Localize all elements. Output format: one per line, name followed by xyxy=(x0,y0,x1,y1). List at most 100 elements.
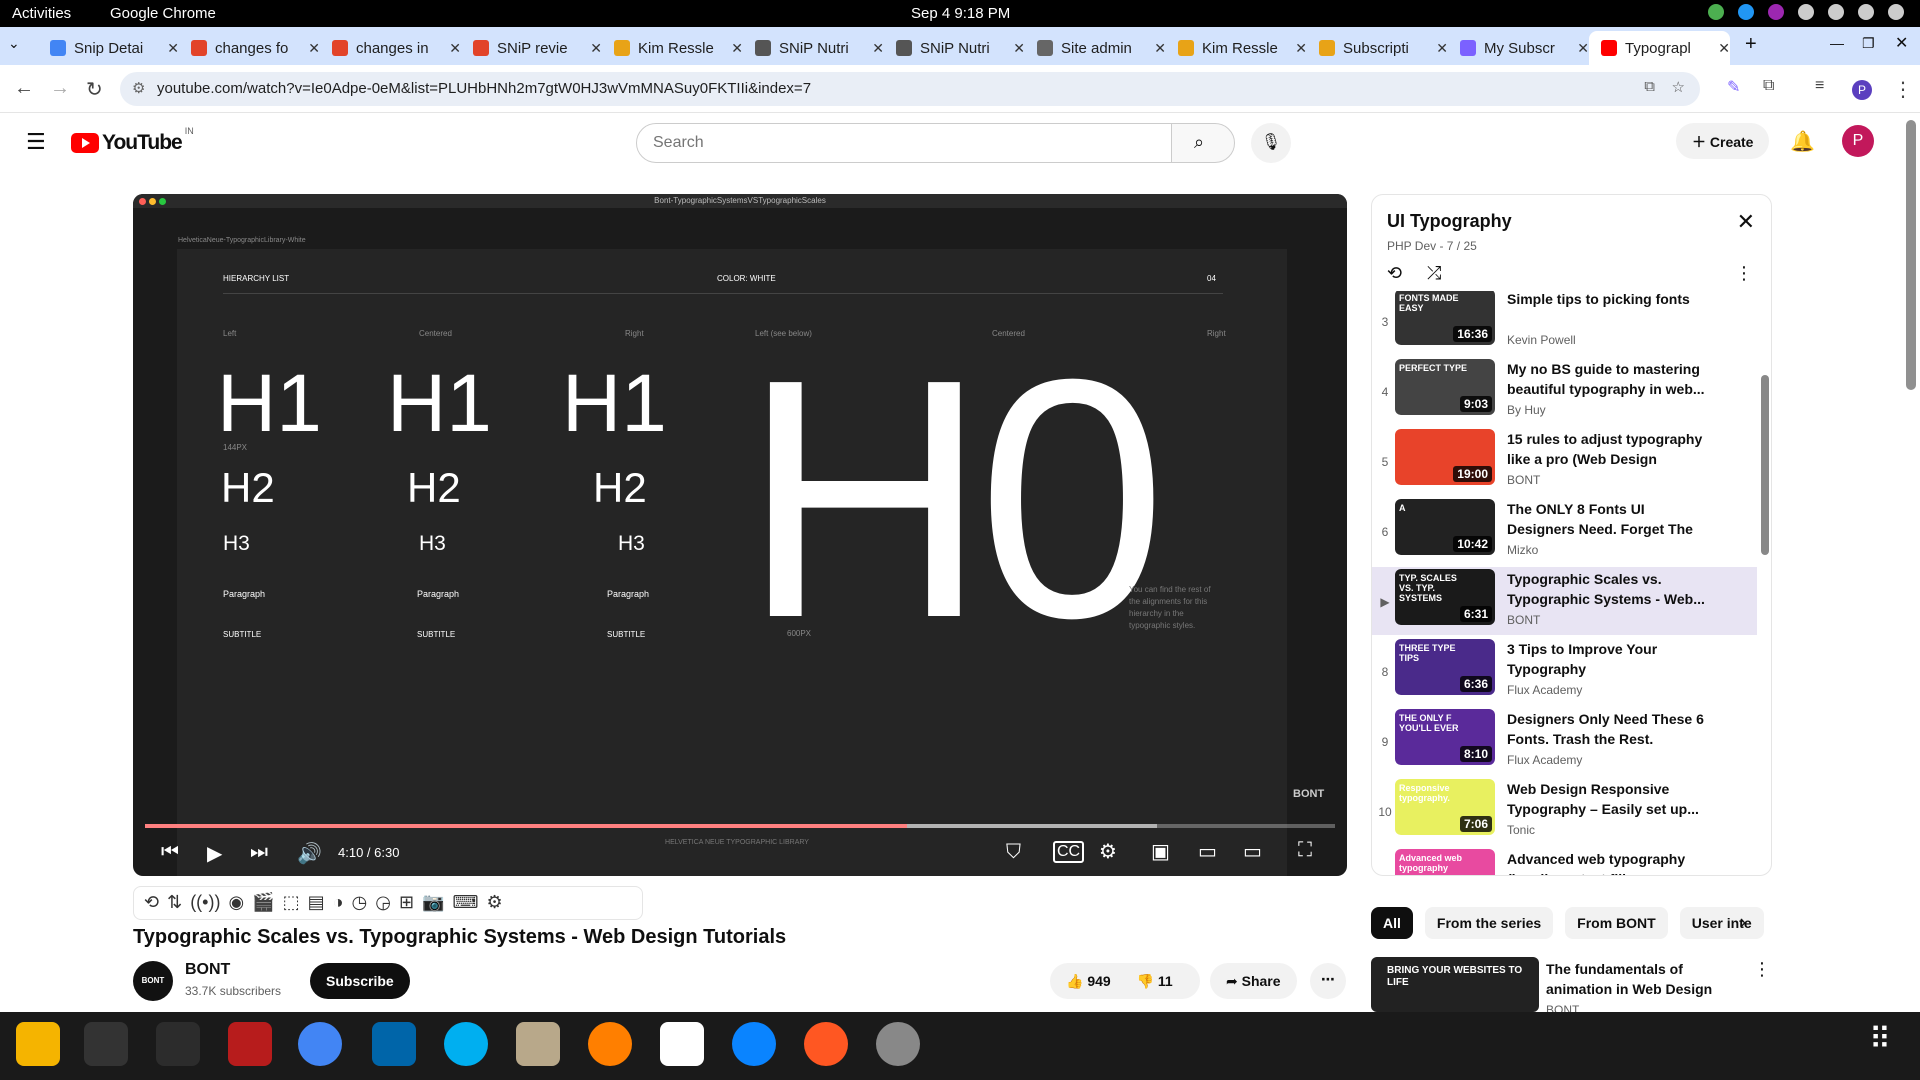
firefox-icon[interactable] xyxy=(804,1022,848,1066)
menu-icon[interactable]: ☰ xyxy=(26,129,46,155)
autoplay-icon[interactable]: ⛉ xyxy=(1006,841,1021,864)
back-icon[interactable]: ← xyxy=(14,77,34,100)
media-icon[interactable]: ≡ xyxy=(1815,77,1824,95)
app-grid-icon[interactable]: ⠿ xyxy=(1858,1022,1902,1066)
add-frame-icon[interactable]: ⊞ xyxy=(399,892,414,914)
play-icon[interactable]: ▶ xyxy=(207,841,222,866)
volume-icon[interactable] xyxy=(1858,4,1874,20)
profile-avatar[interactable]: P xyxy=(1852,80,1872,100)
extension-settings-icon[interactable]: ⚙ xyxy=(486,892,502,914)
network-icon[interactable] xyxy=(1828,4,1844,20)
sync-icon[interactable] xyxy=(1738,4,1754,20)
vscode-icon[interactable] xyxy=(372,1022,416,1066)
activities-button[interactable]: Activities xyxy=(12,5,71,22)
volume-icon[interactable]: 🔊 xyxy=(297,841,322,866)
clock[interactable]: Sep 4 9:18 PM xyxy=(911,5,1010,22)
playlist-item[interactable]: 3 FONTS MADE EASY 16:36 Simple tips to pick… xyxy=(1372,291,1757,355)
shuffle-icon[interactable]: ⤮ xyxy=(1427,263,1441,284)
chips-next-icon[interactable]: › xyxy=(1740,912,1746,933)
terminal-icon[interactable] xyxy=(156,1022,200,1066)
browser-tab[interactable]: changes in ✕ xyxy=(320,31,461,65)
sort-icon[interactable]: ⇅ xyxy=(167,892,182,914)
tab-close-icon[interactable]: ✕ xyxy=(1295,40,1307,57)
tab-close-icon[interactable]: ✕ xyxy=(1436,40,1448,57)
previous-icon[interactable]: ⏮ xyxy=(161,841,179,864)
related-video[interactable]: BRING YOUR WEBSITES TO LIFE The fundamen… xyxy=(1371,957,1771,1017)
avatar[interactable]: P xyxy=(1842,125,1874,157)
playlist-item[interactable]: 9 THE ONLY F YOU'LL EVER 8:10 Designers Onl… xyxy=(1372,707,1757,775)
minimize-button[interactable]: — xyxy=(1830,35,1844,51)
tray-icon[interactable] xyxy=(1798,4,1814,20)
browser-tab[interactable]: My Subscr ✕ xyxy=(1448,31,1589,65)
forward-icon[interactable]: → xyxy=(50,77,70,100)
next-icon[interactable]: ⏭ xyxy=(250,841,268,864)
filter-chip[interactable]: User inte xyxy=(1679,907,1764,939)
video-player[interactable]: Bont-TypographicSystemsVSTypographicScal… xyxy=(133,194,1347,876)
clapperboard-icon[interactable]: 🎬 xyxy=(252,892,274,914)
broadcast-icon[interactable]: ((•)) xyxy=(190,892,220,914)
playlist-item[interactable]: 8 THREE TYPE TIPS 6:36 3 Tips to Improve Yo… xyxy=(1372,637,1757,705)
app-indicator-icon[interactable] xyxy=(1768,4,1784,20)
settings-gear-icon[interactable]: ⚙ xyxy=(1099,839,1117,864)
extension-pen-icon[interactable]: ✎ xyxy=(1727,77,1740,97)
browser-tab[interactable]: SNiP Nutri ✕ xyxy=(743,31,884,65)
tab-close-icon[interactable]: ✕ xyxy=(449,40,461,57)
playlist-item[interactable]: 4 PERFECT TYPE 9:03 My no BS guide to maste… xyxy=(1372,357,1757,425)
install-icon[interactable]: ⧉ xyxy=(1644,78,1655,95)
tab-search-icon[interactable]: ⌄ xyxy=(8,35,20,52)
site-info-icon[interactable]: ⚙ xyxy=(132,79,145,97)
playlist-scrollbar[interactable] xyxy=(1761,375,1769,555)
keyboard-icon[interactable]: ⌨ xyxy=(452,892,478,914)
extensions-icon[interactable]: ⧉ xyxy=(1763,77,1774,95)
browser-tab[interactable]: Site admin ✕ xyxy=(1025,31,1166,65)
chrome-icon[interactable] xyxy=(298,1022,342,1066)
notifications-bell-icon[interactable]: 🔔 xyxy=(1790,129,1815,154)
playlist-title[interactable]: UI Typography xyxy=(1387,211,1512,232)
search-input[interactable] xyxy=(636,123,1172,163)
skype-icon[interactable] xyxy=(444,1022,488,1066)
playlist-item[interactable]: 5 19:00 15 rules to adjust typography like… xyxy=(1372,427,1757,495)
speed-icon[interactable]: ◷ xyxy=(352,892,368,914)
page-scrollbar[interactable] xyxy=(1906,120,1916,390)
tab-close-icon[interactable]: ✕ xyxy=(872,40,884,57)
filter-icon[interactable]: ◑ xyxy=(333,892,344,914)
omnibox[interactable]: ⚙ youtube.com/watch?v=Ie0Adpe-0eM&list=P… xyxy=(120,72,1700,106)
tab-close-icon[interactable]: ✕ xyxy=(1013,40,1025,57)
loop-icon[interactable]: ⟲ xyxy=(144,892,159,914)
close-playlist-icon[interactable]: ✕ xyxy=(1737,209,1755,235)
filter-chip[interactable]: From the series xyxy=(1424,907,1554,939)
text-editor-icon[interactable] xyxy=(660,1022,704,1066)
related-menu-icon[interactable]: ⋮ xyxy=(1753,959,1771,980)
share-button[interactable]: ➦ Share xyxy=(1210,963,1297,999)
playlist-item[interactable]: 6 A 10:42 The ONLY 8 Fonts UI Designers Nee… xyxy=(1372,497,1757,565)
new-tab-button[interactable]: + xyxy=(1745,33,1757,56)
system-tray[interactable] xyxy=(1708,4,1904,20)
captions-icon[interactable]: CC xyxy=(1053,841,1085,863)
thunderbird-icon[interactable] xyxy=(732,1022,776,1066)
disk-icon[interactable] xyxy=(876,1022,920,1066)
dislike-button[interactable]: 👎 11 xyxy=(1137,973,1173,989)
bookmark-star-icon[interactable]: ☆ xyxy=(1672,78,1685,96)
screenshot-icon[interactable]: 📷 xyxy=(422,892,444,914)
app-menu[interactable]: Google Chrome xyxy=(110,5,216,22)
files-icon[interactable] xyxy=(516,1022,560,1066)
power-icon[interactable] xyxy=(1888,4,1904,20)
tab-close-icon[interactable]: ✕ xyxy=(308,40,320,57)
more-actions-button[interactable]: ⋯ xyxy=(1310,963,1346,999)
speed2-icon[interactable]: ◶ xyxy=(375,892,391,914)
browser-tab[interactable]: Kim Ressle ✕ xyxy=(1166,31,1307,65)
fullscreen-icon[interactable]: ⛶ xyxy=(1298,839,1312,862)
tab-close-icon[interactable]: ✕ xyxy=(1154,40,1166,57)
like-button[interactable]: 👍 949 xyxy=(1066,973,1111,989)
browser-tab[interactable]: Snip Detai ✕ xyxy=(38,31,179,65)
voice-search-button[interactable]: 🎙 xyxy=(1251,123,1291,163)
watch-icon[interactable]: ◉ xyxy=(228,892,244,914)
notes-app-icon[interactable] xyxy=(16,1022,60,1066)
progress-bar[interactable] xyxy=(145,824,1335,828)
check-icon[interactable] xyxy=(1708,4,1724,20)
reload-icon[interactable]: ↻ xyxy=(86,77,103,102)
miniplayer-icon[interactable]: ▣ xyxy=(1151,839,1170,864)
youtube-logo[interactable]: YouTube IN xyxy=(71,126,194,155)
channel-avatar[interactable]: BONT xyxy=(133,961,173,1001)
browser-tab[interactable]: Subscripti ✕ xyxy=(1307,31,1448,65)
